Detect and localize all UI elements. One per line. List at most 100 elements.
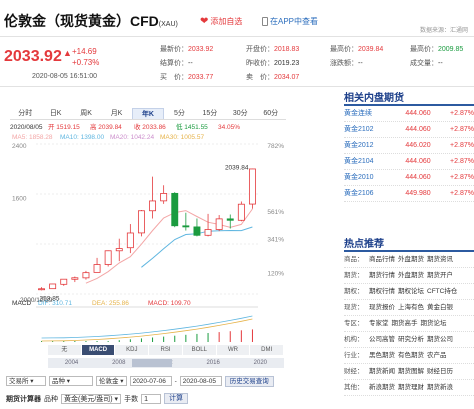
hot-link[interactable]: 公司高管 bbox=[369, 332, 395, 347]
related-row[interactable]: 黄金2106 449.980 +2.87% bbox=[344, 186, 474, 202]
candle-body bbox=[82, 272, 90, 279]
hot-row: 行业： 黑色期货 有色期货 农产品 bbox=[344, 348, 474, 364]
product-select[interactable]: 品种 ▾ bbox=[49, 376, 93, 386]
hot-link[interactable]: 商品行情 bbox=[369, 252, 395, 267]
hot-link[interactable]: 外盘期货 bbox=[398, 252, 424, 267]
stat-label: 昨收价： bbox=[246, 60, 274, 67]
candle-body bbox=[248, 168, 256, 205]
indicator-tab-2[interactable]: KDJ bbox=[115, 345, 150, 355]
related-name[interactable]: 黄金2010 bbox=[344, 170, 387, 185]
hot-link[interactable]: 期货高手 bbox=[392, 316, 418, 331]
tab-4[interactable]: 年K bbox=[131, 108, 165, 119]
dea-label: DEA: 255.86 bbox=[92, 300, 129, 307]
related-row[interactable]: 黄金2104 444.060 +2.87% bbox=[344, 154, 474, 170]
stat-value: 2019.23 bbox=[274, 60, 300, 67]
tab-3[interactable]: 月K bbox=[101, 108, 131, 119]
hot-link[interactable]: 现货报价 bbox=[369, 300, 395, 315]
related-price: 444.060 bbox=[405, 110, 431, 117]
hot-link[interactable]: CFTC持仓 bbox=[427, 284, 457, 299]
exchange-select[interactable]: 交易所 ▾ bbox=[6, 376, 46, 386]
macd-bar bbox=[251, 329, 253, 342]
related-price: 446.020 bbox=[405, 142, 431, 149]
candle-body bbox=[137, 210, 145, 234]
candle-body bbox=[38, 288, 46, 291]
indicator-tab-6[interactable]: DMI bbox=[250, 345, 285, 355]
date-from-input[interactable]: 2020-07-06 bbox=[129, 376, 172, 386]
related-name[interactable]: 黄金2102 bbox=[344, 122, 387, 137]
related-row[interactable]: 黄金2010 444.060 +2.87% bbox=[344, 170, 474, 186]
tab-2[interactable]: 周K bbox=[71, 108, 101, 119]
tab-1[interactable]: 日K bbox=[40, 108, 70, 119]
hot-link[interactable]: 黄金白银 bbox=[427, 300, 453, 315]
stat-item: 卖 价：2034.07 bbox=[246, 72, 299, 82]
hot-link[interactable]: 财经日历 bbox=[427, 364, 453, 379]
history-query-button[interactable]: 历史交易查询 bbox=[224, 375, 274, 387]
hot-link[interactable]: 上海有色 bbox=[398, 300, 424, 315]
hot-link[interactable]: 专家堂 bbox=[369, 316, 389, 331]
related-change: +2.87% bbox=[450, 126, 474, 133]
indicator-tab-4[interactable]: BOLL bbox=[182, 345, 217, 355]
tab-6[interactable]: 15分 bbox=[195, 108, 225, 119]
lots-input[interactable]: 1 bbox=[141, 393, 162, 404]
date-to-input[interactable]: 2020-08-05 bbox=[179, 376, 222, 386]
stat-label: 买 价： bbox=[160, 74, 188, 81]
related-row[interactable]: 黄金连续 444.060 +2.87% bbox=[344, 106, 474, 122]
stat-value: 2034.07 bbox=[274, 74, 300, 81]
hot-link[interactable]: 期货新浪 bbox=[427, 380, 453, 395]
timeline-year: 2008 bbox=[112, 360, 126, 366]
indicator-tab-1[interactable]: MACD bbox=[81, 345, 116, 355]
hot-link[interactable]: 外盘期货 bbox=[398, 268, 424, 283]
product-value-select[interactable]: 伦敦金 ▾ bbox=[96, 376, 127, 386]
related-name[interactable]: 黄金2106 bbox=[344, 186, 387, 201]
kline-chart[interactable]: 2020/08/05 开 1519.15 高 2039.84 收 2033.86 低 1… bbox=[10, 120, 286, 372]
hot-link[interactable]: 期权论坛 bbox=[398, 284, 424, 299]
hot-link[interactable]: 期货开户 bbox=[427, 268, 453, 283]
tab-8[interactable]: 60分 bbox=[256, 108, 286, 119]
hot-link[interactable]: 期货论坛 bbox=[421, 316, 447, 331]
hot-link[interactable]: 农产品 bbox=[427, 348, 447, 363]
tab-7[interactable]: 30分 bbox=[225, 108, 255, 119]
indicator-tab-3[interactable]: RSI bbox=[149, 345, 183, 355]
indicator-tabs: 无 MACD KDJ RSI BOLL WR DMI bbox=[48, 345, 285, 355]
hot-link[interactable]: 期货图解 bbox=[398, 364, 424, 379]
candle-body bbox=[104, 250, 112, 265]
timeline-scrollbar[interactable]: 20042008201220162020 bbox=[48, 358, 284, 368]
candle-body bbox=[160, 193, 168, 202]
related-name[interactable]: 黄金连续 bbox=[344, 106, 387, 121]
related-name[interactable]: 黄金2012 bbox=[344, 138, 387, 153]
info-pct: 34.05% bbox=[218, 124, 240, 131]
hot-link[interactable]: 研究分析 bbox=[398, 332, 424, 347]
related-row[interactable]: 黄金2102 444.060 +2.87% bbox=[344, 122, 474, 138]
hot-list: 商品： 商品行情 外盘期货 期货资讯 期货： 期货行情 外盘期货 期货开户 期权： 期权行情 期权论… bbox=[344, 252, 474, 396]
hot-recommend: 热点推荐 商品： 商品行情 外盘期货 期货资讯 期货： 期货行情 外盘期货 期货开户 期权： 期权… bbox=[344, 238, 474, 396]
candle-body bbox=[126, 232, 134, 249]
tab-0[interactable]: 分时 bbox=[10, 108, 40, 119]
indicator-tab-0[interactable]: 无 bbox=[48, 345, 82, 355]
hot-link[interactable]: 期货新闻 bbox=[369, 364, 395, 379]
stat-item: 结算价：-- bbox=[160, 58, 193, 68]
period-tabs: 分时 日K 周K 月K 年K 5分 15分 30分 60分 bbox=[10, 108, 286, 120]
related-row[interactable]: 黄金2012 446.020 +2.87% bbox=[344, 138, 474, 154]
tab-5[interactable]: 5分 bbox=[164, 108, 194, 119]
indicator-tab-5[interactable]: WR bbox=[216, 345, 251, 355]
y-tick-mid: 1600 bbox=[12, 196, 27, 203]
ma10-label: MA10: 1398.00 bbox=[60, 134, 104, 141]
hot-link[interactable]: 新浪期货 bbox=[369, 380, 395, 395]
scroll-thumb[interactable] bbox=[132, 359, 172, 367]
calc-product-select[interactable]: 黄金(美元/盎司) ▾ bbox=[61, 393, 122, 404]
calc-product-value: 黄金(美元/盎司) bbox=[64, 395, 113, 403]
app-view-button[interactable]: 在APP中查看 bbox=[262, 16, 318, 27]
hot-link[interactable]: 期货行情 bbox=[369, 268, 395, 283]
hot-link[interactable]: 期权行情 bbox=[369, 284, 395, 299]
hot-link[interactable]: 期货资讯 bbox=[427, 252, 453, 267]
macd-bar bbox=[152, 337, 154, 342]
hot-link[interactable]: 黑色期货 bbox=[369, 348, 395, 363]
macd-bar bbox=[107, 341, 109, 342]
add-watchlist-button[interactable]: ❤ 添加自选 bbox=[200, 16, 242, 27]
hot-link[interactable]: 期货公司 bbox=[427, 332, 453, 347]
related-change: +2.87% bbox=[450, 158, 474, 165]
hot-link[interactable]: 期货理财 bbox=[398, 380, 424, 395]
calculate-button[interactable]: 计算 bbox=[164, 393, 189, 404]
related-name[interactable]: 黄金2104 bbox=[344, 154, 387, 169]
hot-link[interactable]: 有色期货 bbox=[398, 348, 424, 363]
